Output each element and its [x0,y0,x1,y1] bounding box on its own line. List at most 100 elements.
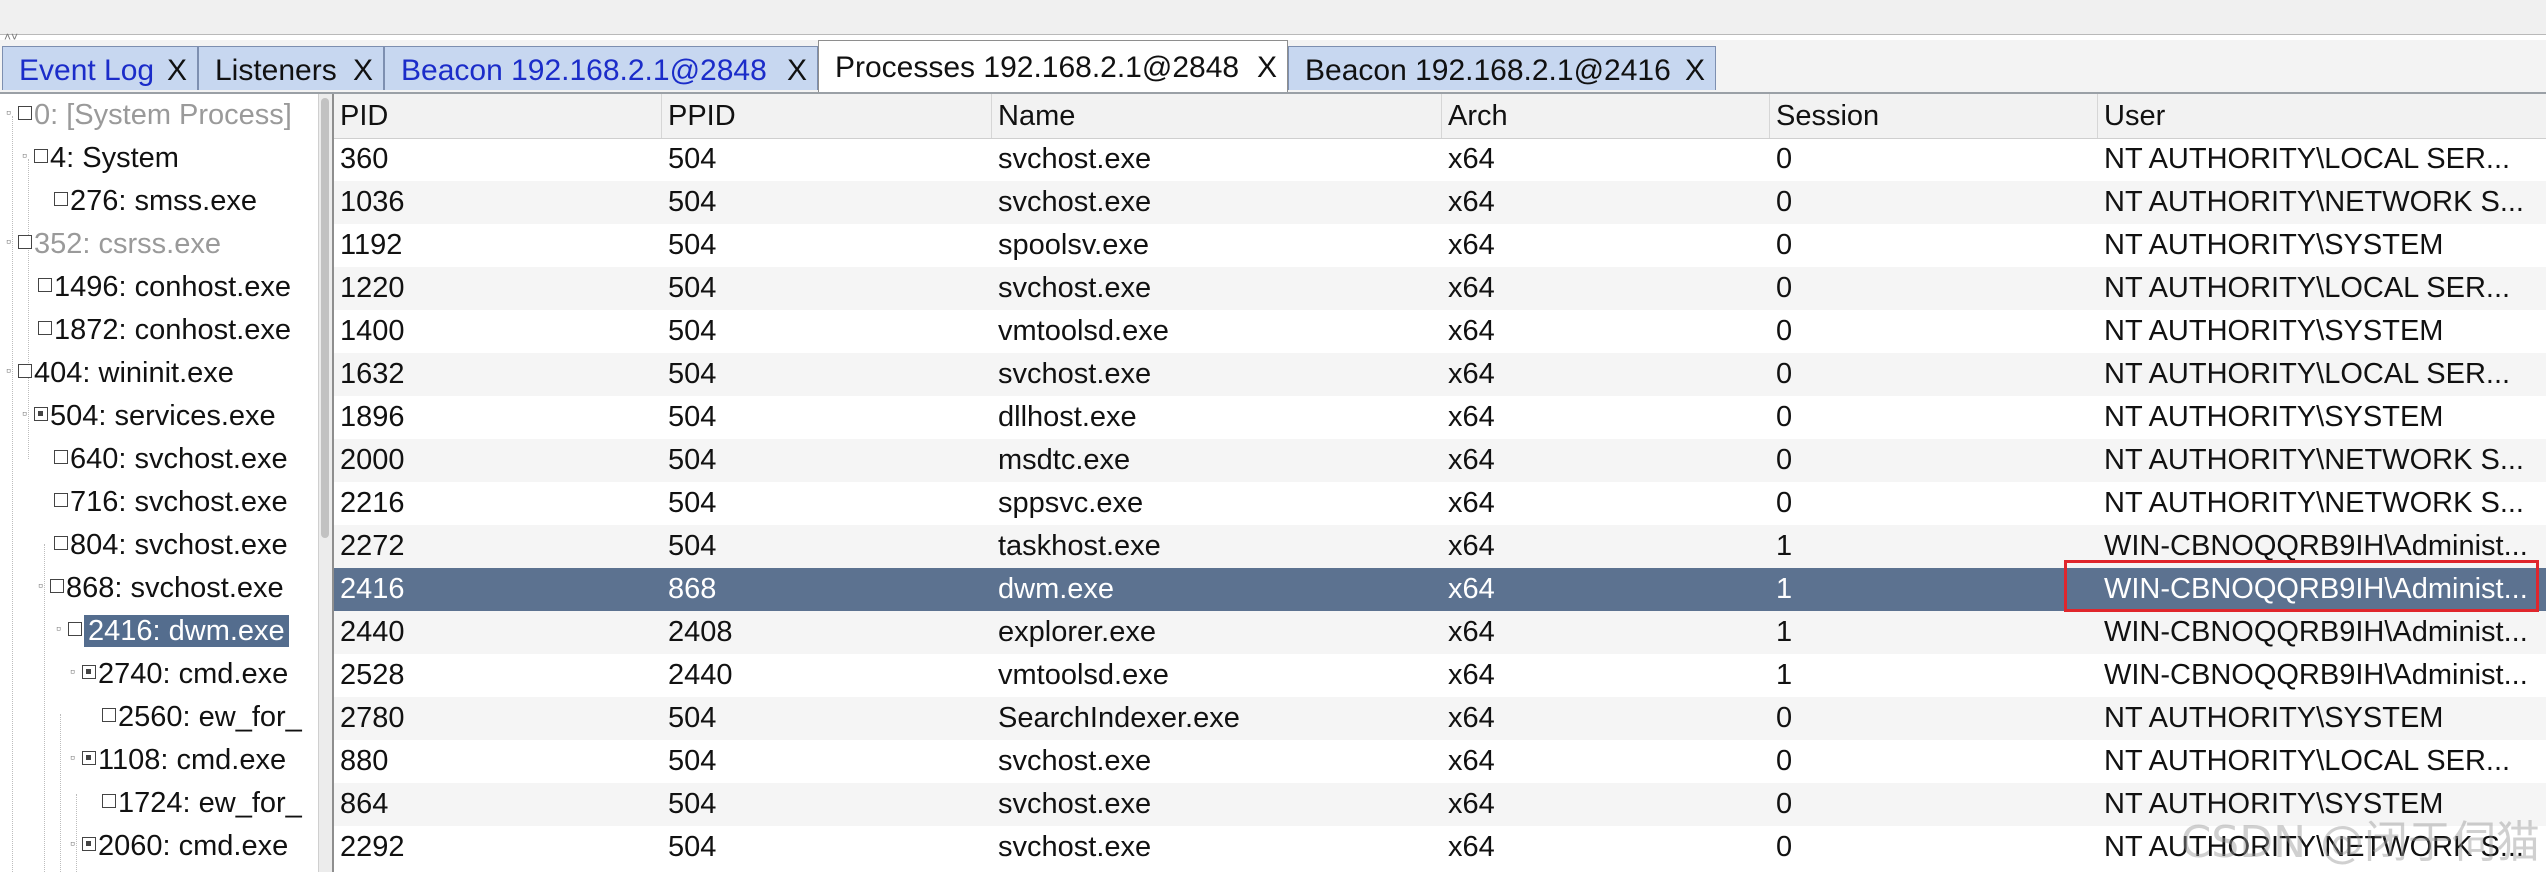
tree-node[interactable]: ▫ 868: svchost.exe [38,567,284,610]
process-tree[interactable]: ▫ 0: [System Process] ▫ 4: System 276: sms… [0,94,318,872]
table-row-selected[interactable]: 2416 868 dwm.exe x64 1 WIN-CBNOQQRB9IH\Admini… [334,568,2546,611]
tree-node[interactable]: ▫ 4: System [22,137,179,180]
table-row[interactable]: 1220 504 svchost.exe x64 0 NT AUTHORITY\LOCAL… [334,267,2546,310]
cell-name: svchost.exe [998,358,1152,390]
tab-listeners[interactable]: Listeners X [198,46,384,90]
cell-ppid: 504 [668,229,717,261]
cell-pid: 1632 [340,358,405,390]
process-icon [68,622,82,637]
cell-pid: 2416 [340,573,405,605]
cell-session: 1 [1776,530,1793,562]
table-row[interactable]: 2780 504 SearchIndexer.exe x64 0 NT AUTHORITY… [334,697,2546,740]
table-row[interactable]: 1192 504 spoolsv.exe x64 0 NT AUTHORITY\SYSTE… [334,224,2546,267]
column-header-arch[interactable]: Arch [1442,94,1770,138]
tree-node[interactable]: 716: svchost.exe [54,481,288,524]
scrollbar-thumb[interactable] [321,98,329,538]
column-header-session[interactable]: Session [1770,94,2098,138]
cell-user: NT AUTHORITY\LOCAL SER... [2104,358,2511,390]
column-header-ppid[interactable]: PPID [662,94,992,138]
cell-pid: 2440 [340,616,405,648]
collapse-icon[interactable]: ▫ [22,392,34,435]
collapse-icon[interactable]: ▫ [70,650,82,693]
cell-user: NT AUTHORITY\NETWORK S... [2104,444,2524,476]
top-toolbar [0,0,2546,35]
table-row[interactable]: 1896 504 dllhost.exe x64 0 NT AUTHORITY\SYSTE… [334,396,2546,439]
collapse-icon[interactable]: ▫ [6,220,18,263]
tree-node[interactable]: 804: svchost.exe [54,524,288,567]
collapse-icon[interactable]: ▫ [56,607,68,650]
cell-arch: x64 [1448,229,1495,261]
collapse-icon[interactable]: ▫ [38,564,50,607]
process-icon [102,708,116,723]
collapse-icon[interactable]: ▫ [70,822,82,865]
tree-node[interactable]: ▫ 2060: cmd.exe [70,825,288,868]
table-row[interactable]: 2216 504 sppsvc.exe x64 0 NT AUTHORITY\NETWOR… [334,482,2546,525]
column-header-user[interactable]: User [2098,94,2546,138]
table-row[interactable]: 2528 2440 vmtoolsd.exe x64 1 WIN-CBNOQQRB9IH\… [334,654,2546,697]
cell-name: vmtoolsd.exe [998,315,1169,347]
tab-beacon-2848[interactable]: Beacon 192.168.2.1@2848 X [384,46,818,90]
collapse-icon[interactable]: ▫ [22,134,34,177]
tree-node[interactable]: 640: svchost.exe [54,438,288,481]
table-row[interactable]: 880 504 svchost.exe x64 0 NT AUTHORITY\LOCAL … [334,740,2546,783]
tab-label: Beacon 192.168.2.1@2848 [401,54,767,87]
table-row[interactable]: 1400 504 vmtoolsd.exe x64 0 NT AUTHORITY\SYST… [334,310,2546,353]
tab-label: Processes 192.168.2.1@2848 [835,51,1240,84]
column-header-name[interactable]: Name [992,94,1442,138]
cell-session: 0 [1776,788,1793,820]
close-icon[interactable]: X [353,53,373,89]
cell-ppid: 504 [668,401,717,433]
cell-arch: x64 [1448,702,1495,734]
tree-node[interactable]: ▫ 0: [System Process] [6,94,292,137]
cell-session: 0 [1776,272,1793,304]
cell-pid: 864 [340,788,389,820]
process-icon [54,450,68,465]
table-row[interactable]: 2440 2408 explorer.exe x64 1 WIN-CBNOQQRB9IH\… [334,611,2546,654]
cell-arch: x64 [1448,616,1495,648]
tree-node-label: 1872: conhost.exe [54,314,292,346]
tree-node[interactable]: ▫ 504: services.exe [22,395,276,438]
collapse-icon[interactable]: ▫ [6,94,18,134]
tree-node-label: 2060: cmd.exe [98,830,289,862]
table-row[interactable]: 360 504 svchost.exe x64 0 NT AUTHORITY\LOCAL … [334,138,2546,181]
tree-node-selected[interactable]: ▫ 2416: dwm.exe [56,610,289,653]
close-icon[interactable]: X [1257,50,1277,86]
tree-node[interactable]: ▫ 1108: cmd.exe [70,739,286,782]
cell-user: NT AUTHORITY\LOCAL SER... [2104,143,2511,175]
close-icon[interactable]: X [1685,53,1705,89]
tree-node[interactable]: 1872: conhost.exe [38,309,291,352]
cell-user: NT AUTHORITY\LOCAL SER... [2104,272,2511,304]
tree-node[interactable]: 2560: ew_for_ [102,696,302,739]
table-row[interactable]: 1632 504 svchost.exe x64 0 NT AUTHORITY\LOCAL… [334,353,2546,396]
tab-processes-2848[interactable]: Processes 192.168.2.1@2848 X [818,40,1288,92]
tree-node[interactable]: 276: smss.exe [54,180,257,223]
cell-pid: 1400 [340,315,405,347]
process-icon [38,321,52,336]
cell-session: 1 [1776,659,1793,691]
tree-node[interactable]: 1496: conhost.exe [38,266,291,309]
process-icon [18,235,32,250]
tab-beacon-2416[interactable]: Beacon 192.168.2.1@2416 X [1288,46,1716,90]
cell-ppid: 504 [668,358,717,390]
process-icon [34,149,48,164]
process-icon [54,493,68,508]
close-icon[interactable]: X [787,53,807,89]
tree-node[interactable]: 1724: ew_for_ [102,782,302,825]
tree-node[interactable]: ▫ 2740: cmd.exe [70,653,288,696]
cell-arch: x64 [1448,272,1495,304]
cell-name: svchost.exe [998,788,1152,820]
tab-event-log[interactable]: Event Log X [2,46,198,90]
tree-scrollbar[interactable] [318,94,333,872]
tree-node[interactable]: ▫ 404: wininit.exe [6,352,234,395]
tree-node[interactable]: ▫ 352: csrss.exe [6,223,221,266]
cell-ppid: 504 [668,831,717,863]
table-row[interactable]: 1036 504 svchost.exe x64 0 NT AUTHORITY\NETWO… [334,181,2546,224]
collapse-icon[interactable]: ▫ [70,736,82,779]
close-icon[interactable]: X [167,53,187,89]
table-row[interactable]: 2272 504 taskhost.exe x64 1 WIN-CBNOQQRB9IH\A… [334,525,2546,568]
cell-pid: 2528 [340,659,405,691]
process-table[interactable]: PID PPID Name Arch Session User 360 504 sv… [332,94,2546,872]
collapse-icon[interactable]: ▫ [6,349,18,392]
column-header-pid[interactable]: PID [334,94,662,138]
table-row[interactable]: 2000 504 msdtc.exe x64 0 NT AUTHORITY\NETWORK… [334,439,2546,482]
